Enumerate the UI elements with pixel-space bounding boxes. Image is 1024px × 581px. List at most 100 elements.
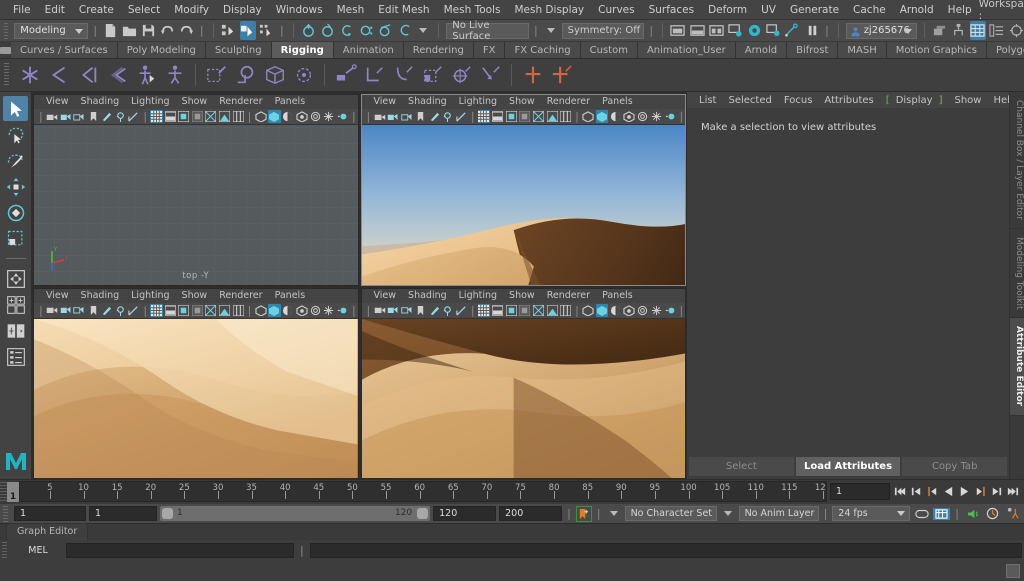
current-frame-field[interactable]: 1	[830, 483, 890, 500]
viewport-canvas-top-right[interactable]	[362, 125, 686, 285]
shelf-tab-sculpting[interactable]: Sculpting	[206, 42, 272, 58]
shelf-tab-curves-surfaces[interactable]: Curves / Surfaces	[11, 42, 118, 58]
aim-constraint-icon[interactable]	[448, 62, 475, 89]
range-start-time-field[interactable]: 1	[89, 506, 157, 521]
wireframe-shading-icon[interactable]	[478, 304, 491, 317]
snap-to-grid-button[interactable]	[301, 21, 317, 40]
shaded-textured-icon[interactable]	[205, 110, 218, 123]
tab-attribute-editor[interactable]: Attribute Editor	[1010, 318, 1024, 415]
shelf-grip[interactable]	[4, 63, 9, 87]
xray-joints-icon[interactable]	[114, 110, 127, 123]
multisample-aa-icon[interactable]	[650, 304, 663, 317]
tab-modeling-toolkit[interactable]: Modeling Toolkit	[1010, 229, 1024, 319]
viewport-bottom-right[interactable]: View Shading Lighting Show Renderer Pane…	[361, 288, 687, 480]
viewport-menu-shading[interactable]: Shading	[402, 289, 453, 303]
ae-menu-selected[interactable]: Selected	[722, 95, 777, 106]
use-default-material-icon[interactable]	[191, 304, 204, 317]
step-back-frame-button[interactable]	[925, 483, 940, 500]
tool-settings-toggle-button[interactable]	[1008, 21, 1024, 40]
lighting-off-icon[interactable]	[254, 304, 267, 317]
viewport-menu-panels[interactable]: Panels	[596, 289, 639, 303]
viewport-menu-renderer[interactable]: Renderer	[541, 95, 596, 109]
point-constraint-icon[interactable]	[361, 62, 388, 89]
command-language-label[interactable]: MEL	[14, 545, 62, 556]
texture-mode-icon[interactable]	[546, 110, 559, 123]
playblast-button[interactable]	[984, 507, 1001, 520]
wireframe-shading-icon[interactable]	[150, 304, 163, 317]
color-management-icon[interactable]	[336, 304, 349, 317]
layout-two-pane-button[interactable]	[3, 318, 28, 343]
use-default-material-icon[interactable]	[191, 110, 204, 123]
human-ik-icon[interactable]	[161, 62, 188, 89]
select-by-object-button[interactable]	[240, 21, 256, 40]
measure-icon[interactable]	[455, 304, 468, 317]
viewport-menu-lighting[interactable]: Lighting	[125, 289, 175, 303]
select-tool-button[interactable]	[3, 96, 28, 121]
menu-item-generate[interactable]: Generate	[783, 0, 846, 20]
snap-to-point-button[interactable]	[339, 21, 355, 40]
multisample-aa-icon[interactable]	[650, 110, 663, 123]
create-ik-handle-icon[interactable]	[45, 62, 72, 89]
all-lights-icon[interactable]	[268, 304, 281, 317]
layout-four-view-button[interactable]	[3, 292, 28, 317]
orient-constraint-icon[interactable]	[390, 62, 417, 89]
motion-blur-icon[interactable]	[309, 304, 322, 317]
scale-constraint-icon[interactable]	[419, 62, 446, 89]
auto-keyframe-toggle[interactable]	[576, 506, 592, 522]
scale-tool-button[interactable]	[3, 226, 28, 251]
lasso-select-tool-button[interactable]	[3, 122, 28, 147]
shelf-tab-animation-user[interactable]: Animation_User	[638, 42, 736, 58]
viewport-canvas-bottom-left[interactable]	[34, 319, 358, 479]
menu-item-windows[interactable]: Windows	[269, 0, 330, 20]
render-current-frame-button[interactable]	[747, 21, 763, 40]
viewport-menu-panels[interactable]: Panels	[596, 95, 639, 109]
viewport-menu-renderer[interactable]: Renderer	[213, 95, 268, 109]
outliner-toggle-button[interactable]	[931, 21, 947, 40]
pause-ipr-button[interactable]	[804, 21, 820, 40]
lighting-off-icon[interactable]	[582, 304, 595, 317]
texture-mode-icon[interactable]	[218, 110, 231, 123]
viewport-menu-view[interactable]: View	[40, 95, 75, 109]
smooth-shade-selected-icon[interactable]	[177, 110, 190, 123]
smooth-shade-all-icon[interactable]	[491, 110, 504, 123]
viewport-menu-view[interactable]: View	[40, 289, 75, 303]
load-attributes-button[interactable]: Load Attributes	[796, 457, 901, 476]
snap-to-view-plane-button[interactable]	[377, 21, 393, 40]
edit-blend-shape-icon[interactable]	[548, 62, 575, 89]
attribute-editor-toggle-button[interactable]	[989, 21, 1005, 40]
paint-select-tool-button[interactable]	[3, 148, 28, 173]
shelf-tab-poly-modeling[interactable]: Poly Modeling	[118, 42, 206, 58]
menu-item-modify[interactable]: Modify	[167, 0, 216, 20]
menu-item-deform[interactable]: Deform	[701, 0, 754, 20]
viewport-canvas-bottom-right[interactable]	[362, 319, 686, 479]
ipr-render-button[interactable]	[766, 21, 782, 40]
outliner-layout-button[interactable]	[3, 344, 28, 369]
status-line-grip[interactable]	[4, 23, 8, 39]
character-set-select[interactable]: No Character Set	[625, 506, 717, 521]
motion-blur-icon[interactable]	[636, 304, 649, 317]
motion-blur-icon[interactable]	[636, 110, 649, 123]
viewport-menu-lighting[interactable]: Lighting	[453, 289, 503, 303]
show-hide-render-view-button[interactable]	[689, 21, 705, 40]
screen-space-ao-icon[interactable]	[232, 110, 245, 123]
menu-set-select[interactable]: Modeling	[14, 23, 88, 39]
command-input[interactable]	[66, 543, 294, 558]
go-to-start-button[interactable]	[893, 483, 908, 500]
viewport-menu-renderer[interactable]: Renderer	[541, 289, 596, 303]
create-blend-shape-icon[interactable]	[519, 62, 546, 89]
grease-pencil-icon[interactable]	[100, 304, 113, 317]
grease-pencil-icon[interactable]	[428, 304, 441, 317]
viewport-menu-lighting[interactable]: Lighting	[125, 95, 175, 109]
ambient-occlusion-icon[interactable]	[623, 110, 636, 123]
bookmark-icon[interactable]	[87, 110, 100, 123]
animation-preferences-button[interactable]	[933, 508, 950, 520]
new-scene-button[interactable]	[102, 21, 118, 40]
time-slider-grip[interactable]	[0, 482, 7, 502]
use-default-material-icon[interactable]	[519, 304, 532, 317]
color-management-icon[interactable]	[336, 110, 349, 123]
xray-joints-icon[interactable]	[442, 110, 455, 123]
playback-loop-button[interactable]	[913, 509, 930, 519]
symmetry-field[interactable]: Symmetry: Off	[562, 23, 645, 39]
shelf-tab-bifrost[interactable]: Bifrost	[787, 42, 838, 58]
shadows-icon[interactable]	[609, 110, 622, 123]
